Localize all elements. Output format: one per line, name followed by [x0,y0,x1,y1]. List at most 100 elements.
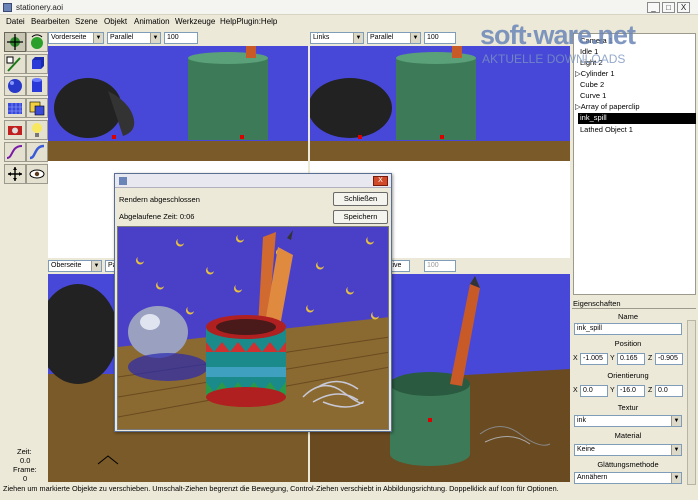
pos-x-label: X [573,355,578,362]
title-bar: stationery.aoi _ □ X [0,0,698,15]
curve-tool-icon [6,145,23,159]
menu-objekt[interactable]: Objekt [104,17,127,26]
pos-y-field[interactable]: 0.165 [617,353,645,365]
dialog-app-icon [119,177,127,185]
view-select-top-left[interactable]: Vorderseite ▼ [48,32,104,44]
curve-tool-button[interactable] [4,142,26,162]
tree-item[interactable]: Camera 1 [580,36,613,45]
cube-tool-button[interactable] [26,54,48,74]
cylinder-tool-button[interactable] [26,76,48,96]
texture-label: Textur [617,403,639,412]
eye-tool-button[interactable] [26,164,48,184]
chevron-down-icon: ▼ [353,33,363,43]
render-status-text: Rendern abgeschlossen [119,195,200,204]
light-tool-button[interactable] [26,120,48,140]
grid-tool-button[interactable] [4,98,26,118]
chevron-down-icon: ▼ [671,473,681,483]
pan-tool-button[interactable] [4,164,26,184]
rot-x-label: X [573,387,578,394]
zoom-field-bottom-right[interactable]: 100 [424,260,456,272]
app-icon [3,3,12,12]
view-select-bottom-left[interactable]: Oberseite ▼ [48,260,102,272]
camera-tool-icon [8,126,22,135]
camera-tool-button[interactable] [4,120,26,140]
projection-select-top-right[interactable]: Parallel ▼ [367,32,421,44]
rot-z-field[interactable]: 0.0 [655,385,683,397]
smoothing-label: Glättungsmethode [597,460,659,469]
cylinder-tool-icon [32,78,42,92]
tree-item[interactable]: Lathed Object 1 [580,125,633,134]
properties-header: Eigenschaften [573,299,621,308]
tree-item[interactable]: ▷Array of paperclip [575,102,640,111]
rot-y-label: Y [610,387,615,394]
render-preview [117,226,389,430]
maximize-button[interactable]: □ [662,2,675,13]
view-select-top-right[interactable]: Links ▼ [310,32,364,44]
rotate-tool-button[interactable] [26,32,48,52]
cube-tool-icon [32,57,44,69]
projection-select-top-left[interactable]: Parallel ▼ [107,32,161,44]
tree-item[interactable]: Light 2 [580,58,603,67]
app-window: stationery.aoi _ □ X Datei Bearbeiten Sz… [0,0,698,500]
viewport-toolbar-top-left: Vorderseite ▼ Parallel ▼ 100 [48,31,308,45]
eye-tool-icon [29,169,45,179]
pos-y-label: Y [610,355,615,362]
pos-z-field[interactable]: -0.905 [655,353,683,365]
material-label: Material [614,431,642,440]
menu-animation[interactable]: Animation [134,17,170,26]
edit-tool-icon [6,56,21,72]
menu-bearbeiten[interactable]: Bearbeiten [31,17,70,26]
menu-bar: Datei Bearbeiten Szene Objekt Animation … [0,15,698,28]
object-tree: Camera 1 Idle 1 Light 2 ▷Cylinder 1 Cube… [573,33,696,295]
zoom-field-top-right[interactable]: 100 [424,32,456,44]
smoothing-select[interactable]: Annähern ▼ [574,472,682,484]
edit-tool-button[interactable] [4,54,26,74]
rot-y-field[interactable]: -16.0 [617,385,645,397]
pan-tool-icon [8,167,22,181]
window-title: stationery.aoi [16,3,63,12]
save-button[interactable]: Speichern [333,210,388,224]
tree-item[interactable]: Curve 1 [580,91,606,100]
tree-item-selected[interactable]: ink_spill [578,113,696,124]
pos-z-label: Z [648,355,653,362]
frame-value: 0 [23,474,28,483]
zoom-field-top-left[interactable]: 100 [164,32,198,44]
rot-x-field[interactable]: 0.0 [580,385,608,397]
grid-tool-icon [8,103,22,114]
elapsed-time-text: Abgelaufene Zeit: 0:06 [119,212,195,221]
light-tool-icon [32,123,42,137]
sphere-tool-button[interactable] [4,76,26,96]
polygon-tool-button[interactable] [26,98,48,118]
viewport-toolbar-top-right: Links ▼ Parallel ▼ 100 [310,31,570,45]
tree-item[interactable]: Idle 1 [580,47,598,56]
polygon-tool-icon [29,101,45,116]
name-label: Name [617,312,638,321]
pos-x-field[interactable]: -1.005 [580,353,608,365]
close-window-button[interactable]: X [677,2,690,13]
chevron-down-icon: ▼ [91,261,101,271]
tube-tool-icon [29,144,45,160]
close-button[interactable]: Schließen [333,192,388,206]
orientation-label: Orientierung [607,371,649,380]
dialog-title-bar: X [115,174,391,188]
rotate-tool-icon [31,34,43,49]
name-field[interactable]: ink_spill [574,323,682,335]
dialog-close-icon[interactable]: X [373,176,388,186]
menu-szene[interactable]: Szene [75,17,98,26]
texture-select[interactable]: ink ▼ [574,415,682,427]
minimize-button[interactable]: _ [647,2,660,13]
properties-scrollbar[interactable] [687,320,696,485]
menu-werkzeuge[interactable]: Werkzeuge [175,17,215,26]
sphere-tool-icon [8,79,22,93]
chevron-down-icon: ▼ [671,445,681,455]
material-select[interactable]: Keine ▼ [574,444,682,456]
menu-datei[interactable]: Datei [6,17,25,26]
tree-item[interactable]: Cube 2 [580,80,604,89]
tree-item[interactable]: ▷Cylinder 1 [575,69,615,78]
move-tool-button[interactable] [4,32,26,52]
tube-tool-button[interactable] [26,142,48,162]
rot-z-label: Z [648,387,653,394]
menu-help[interactable]: HelpPlugin:Help [220,17,277,26]
time-value: 0.0 [20,456,31,465]
chevron-down-icon: ▼ [410,33,420,43]
